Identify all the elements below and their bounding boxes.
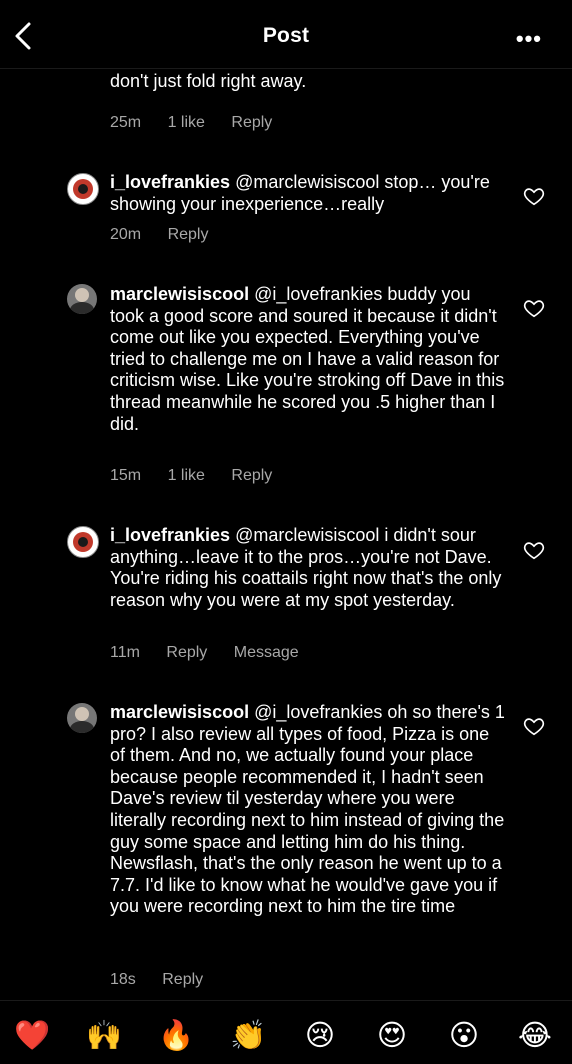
partial-comment-meta: 25m 1 like Reply [110, 114, 294, 132]
more-options-icon[interactable]: ••• [516, 26, 542, 52]
header-bar: Post ••• [0, 0, 572, 69]
heart-icon[interactable] [523, 297, 545, 319]
quick-reactions-bar: ❤️ 🙌 🔥 👏 😢 😍 😮 😂 [0, 1000, 572, 1064]
reply-button[interactable]: Reply [168, 226, 209, 243]
comment-meta: 15m 1 like Reply [110, 467, 294, 485]
comment-username[interactable]: i_lovefrankies [110, 525, 230, 545]
comment-time: 20m [110, 226, 142, 243]
comment-text: marclewisiscool @i_lovefrankies oh so th… [110, 702, 505, 918]
avatar[interactable] [67, 526, 99, 558]
comment-body: @i_lovefrankies oh so there's 1 pro? I a… [110, 702, 505, 917]
comment-text: i_lovefrankies @marclewisiscool stop… yo… [110, 172, 505, 215]
comment-text: i_lovefrankies @marclewisiscool i didn't… [110, 525, 505, 611]
page-title: Post [262, 24, 310, 47]
comment-username[interactable]: i_lovefrankies [110, 172, 230, 192]
comment-time: 18s [110, 971, 136, 988]
reply-button[interactable]: Reply [162, 971, 203, 988]
reply-button[interactable]: Reply [231, 467, 272, 484]
message-button[interactable]: Message [234, 644, 299, 661]
reaction-fire-emoji[interactable]: 🔥 [158, 1017, 194, 1053]
likes-count[interactable]: 1 like [168, 114, 205, 131]
reaction-heart-eyes-emoji[interactable]: 😍 [374, 1017, 410, 1053]
comment-body: @i_lovefrankies buddy you took a good sc… [110, 284, 505, 434]
comment-time: 11m [110, 644, 140, 661]
comment-time: 15m [110, 467, 142, 484]
reply-button[interactable]: Reply [166, 644, 207, 661]
reaction-crying-emoji[interactable]: 😢 [302, 1017, 338, 1053]
heart-icon[interactable] [523, 715, 545, 737]
reaction-raised-hands-emoji[interactable]: 🙌 [86, 1017, 122, 1053]
avatar[interactable] [67, 703, 97, 733]
comment-meta: 20m Reply [110, 226, 230, 244]
comment-username[interactable]: marclewisiscool [110, 284, 249, 304]
avatar[interactable] [67, 173, 99, 205]
comment-username[interactable]: marclewisiscool [110, 702, 249, 722]
reaction-heart-emoji[interactable]: ❤️ [14, 1017, 50, 1053]
heart-icon[interactable] [523, 539, 545, 561]
avatar[interactable] [67, 284, 97, 314]
comment-meta: 11m Reply Message [110, 644, 321, 662]
reaction-laughing-emoji[interactable]: 😂 [517, 1017, 553, 1053]
reaction-surprised-emoji[interactable]: 😮 [446, 1017, 482, 1053]
reaction-clapping-emoji[interactable]: 👏 [230, 1017, 266, 1053]
comment-meta: 18s Reply [110, 971, 225, 989]
heart-icon[interactable] [523, 185, 545, 207]
comment-text: marclewisiscool @i_lovefrankies buddy yo… [110, 284, 505, 435]
likes-count[interactable]: 1 like [168, 467, 205, 484]
comment-time: 25m [110, 114, 142, 131]
reply-button[interactable]: Reply [231, 114, 272, 131]
